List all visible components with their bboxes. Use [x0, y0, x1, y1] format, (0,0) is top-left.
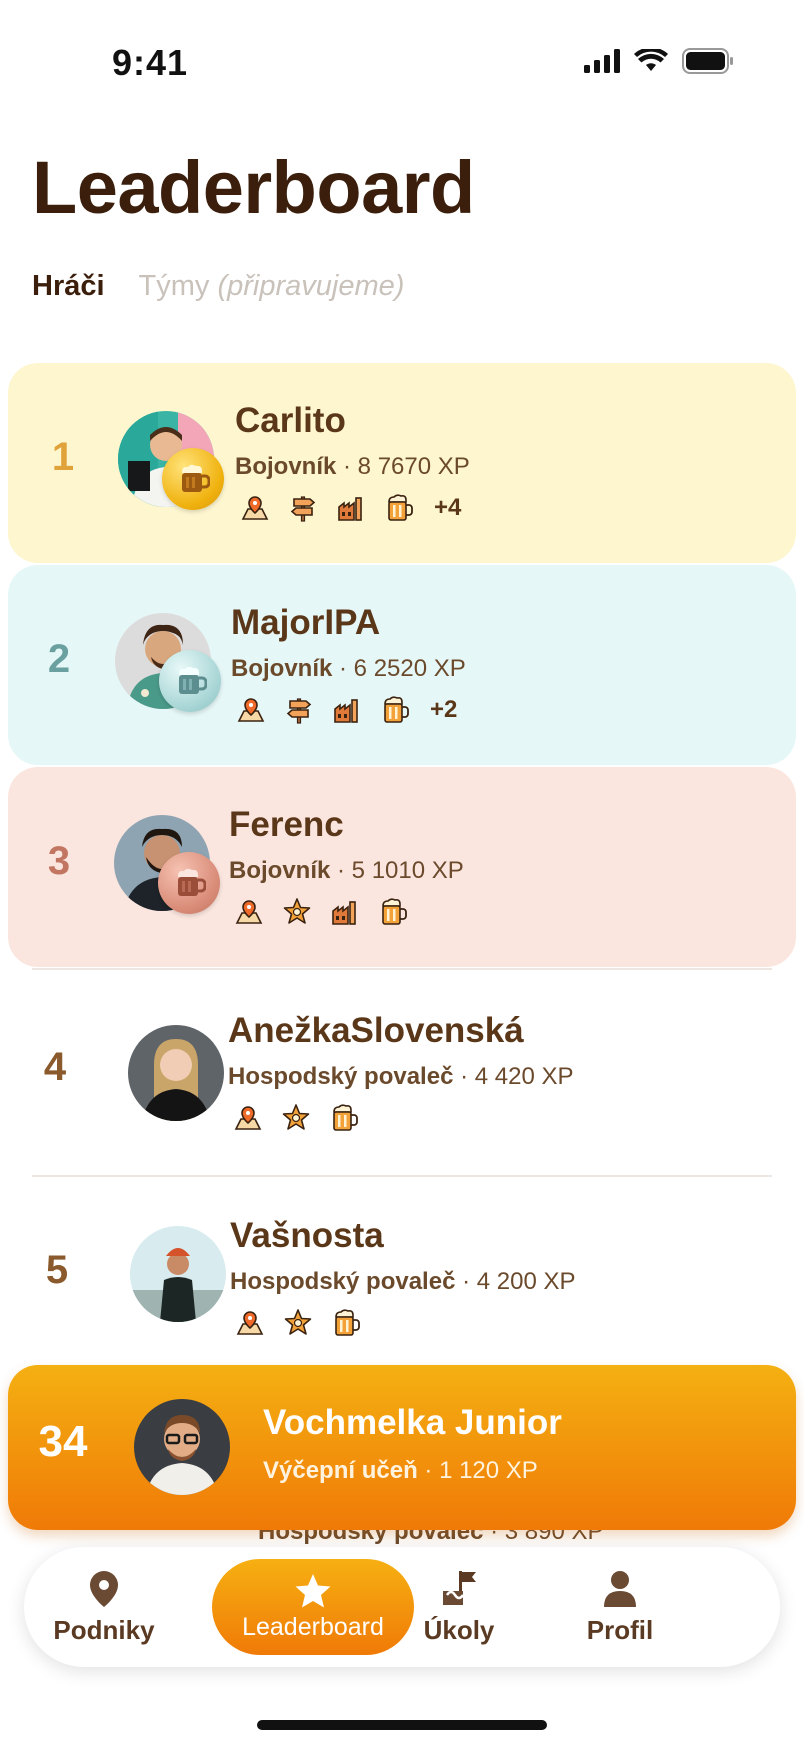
bronze-medal-icon: [158, 852, 220, 914]
status-icons: [584, 48, 734, 74]
current-user-avatar: [134, 1399, 230, 1495]
player-xp: · 4 200 XP: [455, 1268, 576, 1295]
map-pin-badge-icon: [233, 1306, 267, 1340]
player-title: Bojovník: [231, 655, 333, 682]
nav-venues-label: Podniky: [53, 1614, 155, 1645]
row-divider: [32, 968, 772, 970]
leaderboard-row[interactable]: 1 Carlito Bojovník · 8 7670 XP +4: [8, 363, 796, 563]
beer-mug-badge-icon: [329, 1306, 363, 1340]
row-divider: [32, 1175, 772, 1177]
page-title: Leaderboard: [32, 146, 475, 229]
rank-number: 2: [47, 637, 71, 681]
beer-mug-badge-icon: [327, 1101, 361, 1135]
nav-tasks-label: Úkoly: [423, 1614, 495, 1645]
leaderboard-row[interactable]: 3 Ferenc Bojovník · 5 1010 XP: [8, 767, 796, 967]
nav-leaderboard-label: Leaderboard: [242, 1612, 384, 1641]
nav-venues[interactable]: Podniky: [14, 1547, 194, 1667]
player-rank-xp: Bojovník · 6 2520 XP: [231, 655, 466, 683]
player-xp: · 8 7670 XP: [336, 453, 470, 480]
brewery-badge-icon: [334, 491, 368, 525]
map-pin-badge-icon: [232, 895, 266, 929]
current-user-rank-xp: Výčepní učeň · 1 120 XP: [263, 1457, 538, 1485]
signpost-badge-icon: [286, 491, 320, 525]
map-pin-badge-icon: [231, 1101, 265, 1135]
current-user-rank: 34: [38, 1417, 88, 1466]
badge-list: +2: [234, 693, 457, 727]
beer-mug-badge-icon: [376, 895, 410, 929]
avatar: [128, 1025, 224, 1121]
leaderboard-row[interactable]: 2 MajorIPA Bojovník · 6 2520 XP +2: [8, 565, 796, 765]
flag-tasks-icon: [443, 1570, 476, 1605]
sheriff-star-badge-icon: [281, 1306, 315, 1340]
brewery-badge-icon: [328, 895, 362, 929]
status-time: 9:41: [112, 42, 189, 83]
badge-list: [233, 1306, 363, 1340]
avatar: [130, 1226, 226, 1322]
map-pin-badge-icon: [234, 693, 268, 727]
map-pin-icon: [90, 1570, 118, 1607]
gold-medal-icon: [162, 448, 224, 510]
leaderboard-row[interactable]: 5 Vašnosta Hospodský povaleč · 4 200 XP: [8, 1178, 796, 1378]
tab-teams-status: (připravujeme): [217, 270, 405, 302]
brewery-badge-icon: [330, 693, 364, 727]
rank-number: 1: [51, 435, 75, 479]
current-user-row[interactable]: 34 Vochmelka Junior Výčepní učeň · 1 120…: [8, 1365, 796, 1530]
badge-list: [231, 1101, 361, 1135]
cellular-signal-icon: [584, 49, 620, 73]
player-xp: · 4 420 XP: [453, 1063, 574, 1090]
player-title: Bojovník: [229, 857, 331, 884]
battery-icon: [682, 48, 733, 74]
current-user-name: Vochmelka Junior: [263, 1403, 562, 1442]
player-rank-xp: Hospodský povaleč · 4 420 XP: [228, 1063, 574, 1091]
player-rank-xp: Bojovník · 5 1010 XP: [229, 857, 464, 885]
player-rank-xp: Bojovník · 8 7670 XP: [235, 453, 470, 481]
badge-list: +4: [238, 491, 461, 525]
user-icon: [604, 1570, 636, 1607]
beer-mug-badge-icon: [382, 491, 416, 525]
current-user-title: Výčepní učeň: [263, 1457, 418, 1484]
star-icon: [295, 1573, 331, 1607]
silver-medal-icon: [159, 650, 221, 712]
leaderboard-row[interactable]: 4 AnežkaSlovenská Hospodský povaleč · 4 …: [8, 971, 796, 1171]
signpost-badge-icon: [282, 693, 316, 727]
tab-teams-label: Týmy: [138, 270, 210, 302]
leaderboard-tabs: Hráči Týmy (připravujeme): [32, 270, 404, 303]
rank-number: 3: [47, 839, 71, 883]
current-user-xp: · 1 120 XP: [417, 1457, 538, 1484]
player-name: MajorIPA: [231, 603, 381, 642]
player-rank-xp: Hospodský povaleč · 4 200 XP: [230, 1268, 576, 1296]
player-name: AnežkaSlovenská: [228, 1011, 524, 1050]
more-badges-count: +4: [434, 494, 462, 521]
nav-tasks[interactable]: Úkoly: [369, 1547, 549, 1667]
player-name: Carlito: [235, 401, 346, 440]
player-name: Ferenc: [229, 805, 344, 844]
player-title: Hospodský povaleč: [230, 1268, 456, 1295]
home-indicator: [257, 1720, 547, 1730]
map-pin-badge-icon: [238, 491, 272, 525]
nav-profile-label: Profil: [586, 1614, 654, 1645]
player-name: Vašnosta: [230, 1216, 384, 1255]
status-bar: 9:41: [0, 0, 804, 120]
player-xp: · 5 1010 XP: [330, 857, 464, 884]
player-title: Hospodský povaleč: [228, 1063, 454, 1090]
player-title: Bojovník: [235, 453, 337, 480]
nav-profile[interactable]: Profil: [530, 1547, 710, 1667]
player-xp: · 6 2520 XP: [332, 655, 466, 682]
rank-number: 5: [45, 1248, 69, 1292]
tab-players[interactable]: Hráči: [32, 270, 105, 303]
sheriff-star-badge-icon: [280, 895, 314, 929]
tab-teams[interactable]: Týmy (připravujeme): [139, 270, 405, 303]
bottom-nav: Podniky Leaderboard Úkoly Profil: [24, 1547, 780, 1667]
wifi-icon: [634, 49, 668, 71]
rank-number: 4: [43, 1045, 67, 1089]
sheriff-star-badge-icon: [279, 1101, 313, 1135]
beer-mug-badge-icon: [378, 693, 412, 727]
badge-list: [232, 895, 410, 929]
more-badges-count: +2: [430, 696, 458, 723]
